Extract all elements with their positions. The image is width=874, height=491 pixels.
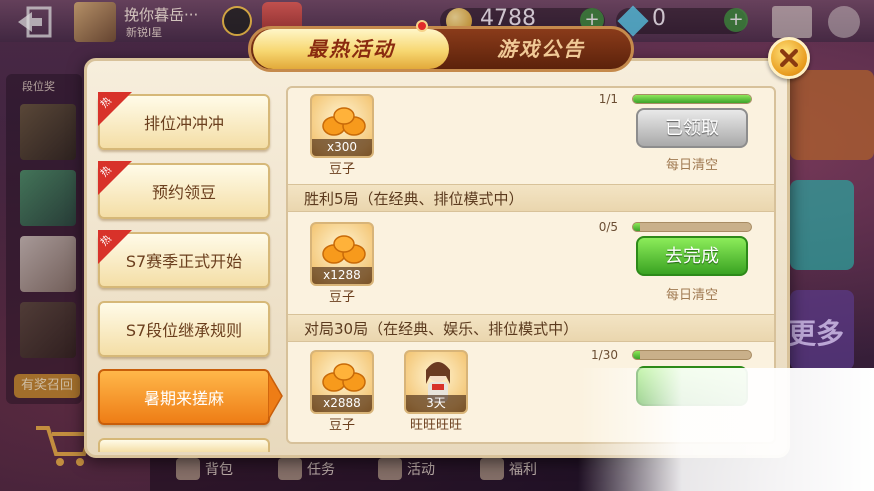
menu-item-s7-rank-rules[interactable]: S7段位继承规则 <box>98 301 270 357</box>
go-complete-button[interactable]: 去完成 <box>636 236 748 276</box>
reset-note: 每日清空 <box>665 288 718 303</box>
reward-name: 豆子 <box>328 418 355 433</box>
friend-avatar[interactable] <box>20 302 76 358</box>
nav-label: 福利 <box>509 462 537 478</box>
add-diamonds-icon[interactable]: + <box>724 8 748 32</box>
progress-bar <box>632 94 752 104</box>
player-rank: 新锐I星 <box>126 26 163 39</box>
menu-item-label: 排位冲冲冲 <box>143 114 224 133</box>
reward-item: x2888 <box>310 350 374 414</box>
progress-bar <box>632 222 752 232</box>
active-menu-arrow <box>268 372 283 420</box>
task-title: 胜利5局（在经典、排位模式中） <box>288 184 774 212</box>
progress-fill <box>633 95 751 103</box>
nav-label: 活动 <box>407 462 435 478</box>
backpack-icon <box>176 458 200 480</box>
menu-item-summer-mahjong[interactable]: 暑期来搓麻 <box>98 369 270 425</box>
progress-fill <box>633 223 641 231</box>
reward-quantity: x300 <box>312 139 372 156</box>
menu-item-label: S7赛季正式开始 <box>125 252 243 271</box>
hot-tag-icon: 热 <box>98 230 132 264</box>
mail-icon[interactable] <box>772 6 812 38</box>
nav-backpack[interactable]: 背包 <box>176 456 233 482</box>
nav-label: 任务 <box>307 462 335 478</box>
reward-name: 豆子 <box>328 162 355 177</box>
claimed-button[interactable]: 已领取 <box>636 108 748 148</box>
lobby-tile[interactable] <box>790 180 854 270</box>
tasks-icon <box>278 458 302 480</box>
progress-bar <box>632 350 752 360</box>
close-icon <box>780 48 798 67</box>
task-title: 对局30局（在经典、娱乐、排位模式中） <box>288 314 774 342</box>
beans-icon <box>322 363 366 392</box>
more-label: 更多 <box>788 317 845 350</box>
close-button[interactable] <box>768 37 810 79</box>
nav-activities[interactable]: 活动 <box>378 456 435 482</box>
progress-count: 1/1 <box>598 92 618 106</box>
hot-tag-icon: 热 <box>98 92 132 126</box>
reward-quantity: x2888 <box>312 395 372 412</box>
recall-reward-badge[interactable]: 有奖召回 <box>14 374 80 398</box>
friend-avatar[interactable] <box>20 236 76 292</box>
nav-tasks[interactable]: 任务 <box>278 456 335 482</box>
nav-label: 背包 <box>205 462 233 478</box>
lobby-tile[interactable] <box>790 70 874 160</box>
tab-bar: 最热活动 游戏公告 <box>248 26 634 72</box>
progress-count: 0/5 <box>598 220 618 234</box>
hot-tag-icon: 热 <box>98 161 132 195</box>
fade-overlay <box>578 368 874 491</box>
exit-icon[interactable] <box>14 6 54 38</box>
reward-name: 旺旺旺旺 <box>409 418 462 433</box>
reward-quantity: x1288 <box>312 267 372 284</box>
reset-note: 每日清空 <box>665 158 718 173</box>
reward-item: 3天 <box>404 350 468 414</box>
penguin-icon[interactable] <box>222 6 252 36</box>
side-label: 段位奖 <box>22 80 55 93</box>
notification-dot <box>416 20 428 32</box>
settings-icon[interactable] <box>828 6 860 38</box>
player-nickname: 挽你暮岳··· <box>124 6 199 24</box>
reward-item: x1288 <box>310 222 374 286</box>
player-avatar[interactable] <box>74 2 116 42</box>
menu-item-label: 暑期来搓麻 <box>143 389 224 408</box>
friend-avatar[interactable] <box>20 104 76 160</box>
progress-fill <box>633 351 641 359</box>
reward-item: x300 <box>310 94 374 158</box>
diamond-amount: 0 <box>652 6 666 31</box>
beans-icon <box>322 235 366 264</box>
tab-announcements[interactable]: 游戏公告 <box>451 29 631 69</box>
reward-quantity: 3天 <box>406 395 466 412</box>
friend-avatar[interactable] <box>20 170 76 226</box>
menu-item-label: S7段位继承规则 <box>125 321 243 340</box>
tab-hot-activities[interactable]: 最热活动 <box>253 29 449 69</box>
activities-icon <box>378 458 402 480</box>
welfare-icon <box>480 458 504 480</box>
menu-item-partial[interactable] <box>98 438 270 452</box>
menu-item-label: 预约领豆 <box>151 183 216 202</box>
reward-name: 豆子 <box>328 290 355 305</box>
progress-count: 1/30 <box>591 348 618 362</box>
nav-welfare[interactable]: 福利 <box>480 456 537 482</box>
beans-icon <box>322 107 366 136</box>
